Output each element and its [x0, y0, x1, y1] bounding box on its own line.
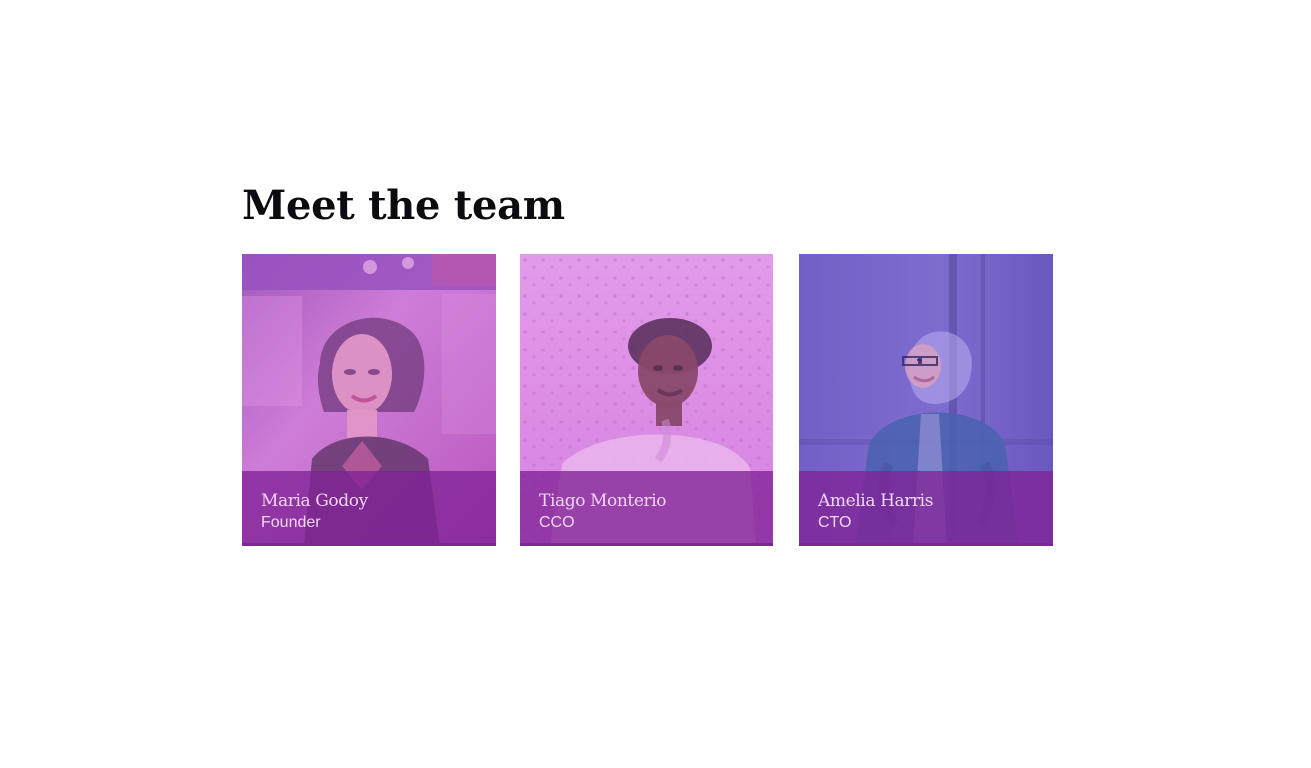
team-card-amelia-harris[interactable]: Amelia Harris CTO: [799, 254, 1053, 546]
team-cards: Maria Godoy Founder Tiago Monterio CCO A…: [242, 254, 1053, 546]
member-role: CCO: [539, 514, 575, 531]
card-caption: Maria Godoy Founder: [242, 471, 496, 543]
team-section: Meet the team Maria Godoy Founder Tiago …: [242, 180, 1053, 546]
card-caption: Amelia Harris CTO: [799, 471, 1053, 543]
member-name: Maria Godoy: [261, 491, 368, 511]
member-role: Founder: [261, 514, 321, 531]
card-caption: Tiago Monterio CCO: [520, 471, 773, 543]
team-card-maria-godoy[interactable]: Maria Godoy Founder: [242, 254, 496, 546]
member-role: CTO: [818, 514, 852, 531]
member-name: Amelia Harris: [818, 491, 934, 511]
section-title: Meet the team: [242, 182, 565, 229]
member-name: Tiago Monterio: [539, 491, 667, 511]
team-card-tiago-monterio[interactable]: Tiago Monterio CCO: [520, 254, 773, 546]
